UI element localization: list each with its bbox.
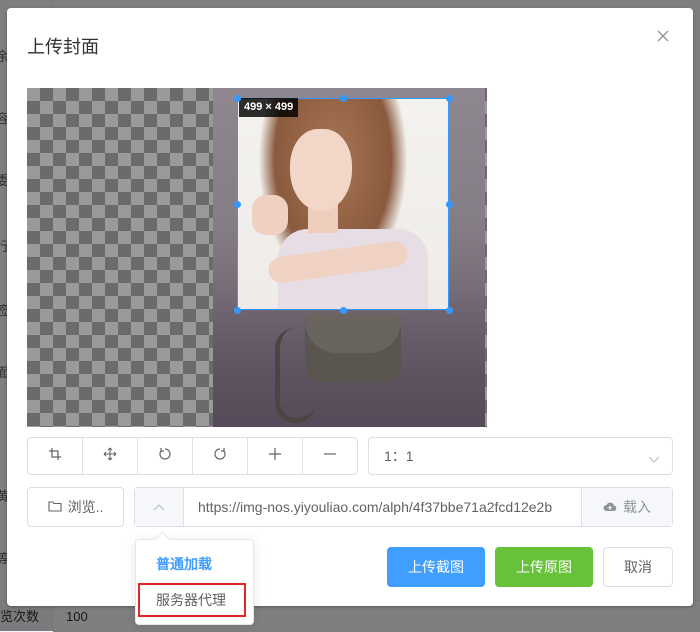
load-mode-toggle[interactable] bbox=[135, 488, 184, 526]
upload-original-button[interactable]: 上传原图 bbox=[495, 547, 593, 587]
minus-icon bbox=[323, 447, 337, 466]
crop-handle-w[interactable] bbox=[234, 201, 241, 208]
aspect-ratio-value: 1：1 bbox=[384, 448, 414, 464]
menu-item-server-proxy[interactable]: 服务器代理 bbox=[138, 583, 246, 617]
upload-crop-button[interactable]: 上传截图 bbox=[387, 547, 485, 587]
rotate-left-icon bbox=[158, 447, 172, 466]
crop-handle-sw[interactable] bbox=[234, 307, 241, 314]
rotate-right-icon bbox=[213, 447, 227, 466]
zoom-in-button[interactable] bbox=[248, 438, 303, 474]
dropdown-caret bbox=[154, 531, 171, 548]
rotate-right-button[interactable] bbox=[193, 438, 248, 474]
browse-label: 浏览.. bbox=[67, 499, 104, 515]
crop-hand bbox=[252, 195, 288, 235]
move-button[interactable] bbox=[83, 438, 138, 474]
chevron-up-icon bbox=[153, 498, 165, 516]
crop-handle-s[interactable] bbox=[340, 307, 347, 314]
crop-handle-ne[interactable] bbox=[446, 95, 453, 102]
crop-box[interactable] bbox=[237, 98, 449, 310]
crop-handle-se[interactable] bbox=[446, 307, 453, 314]
url-input-group: https://img-nos.yiyouliao.com/alph/4f37b… bbox=[134, 487, 673, 527]
browse-button[interactable]: 浏览.. bbox=[27, 487, 124, 527]
crop-size-label: 499 × 499 bbox=[239, 98, 299, 117]
aspect-ratio-select[interactable]: 1：1 bbox=[368, 437, 673, 475]
dialog-title: 上传封面 bbox=[27, 37, 99, 57]
image-bag-flap bbox=[305, 313, 401, 353]
upload-cover-dialog: 上传封面 499 × 499 1：1 浏览.. https://img-nos.… bbox=[7, 8, 693, 625]
folder-icon bbox=[48, 499, 62, 515]
move-icon bbox=[103, 447, 117, 466]
crop-handle-e[interactable] bbox=[446, 201, 453, 208]
rotate-left-button[interactable] bbox=[138, 438, 193, 474]
crop-handle-nw[interactable] bbox=[234, 95, 241, 102]
zoom-out-button[interactable] bbox=[303, 438, 357, 474]
load-button[interactable]: 载入 bbox=[581, 488, 672, 526]
cancel-button[interactable]: 取消 bbox=[603, 547, 673, 587]
load-label: 载入 bbox=[623, 499, 651, 515]
crop-face bbox=[290, 129, 352, 211]
crop-handle-n[interactable] bbox=[340, 95, 347, 102]
image-url-input[interactable]: https://img-nos.yiyouliao.com/alph/4f37b… bbox=[198, 488, 552, 526]
crop-toolbar bbox=[27, 437, 358, 475]
crop-icon bbox=[48, 447, 62, 466]
plus-icon bbox=[268, 447, 282, 466]
cloud-upload-icon bbox=[603, 499, 617, 515]
close-icon[interactable] bbox=[655, 28, 671, 44]
load-mode-dropdown: 普通加载 服务器代理 bbox=[135, 531, 254, 625]
menu-item-normal-load[interactable]: 普通加载 bbox=[156, 554, 212, 574]
crop-button[interactable] bbox=[28, 438, 83, 474]
chevron-down-icon bbox=[648, 451, 660, 469]
